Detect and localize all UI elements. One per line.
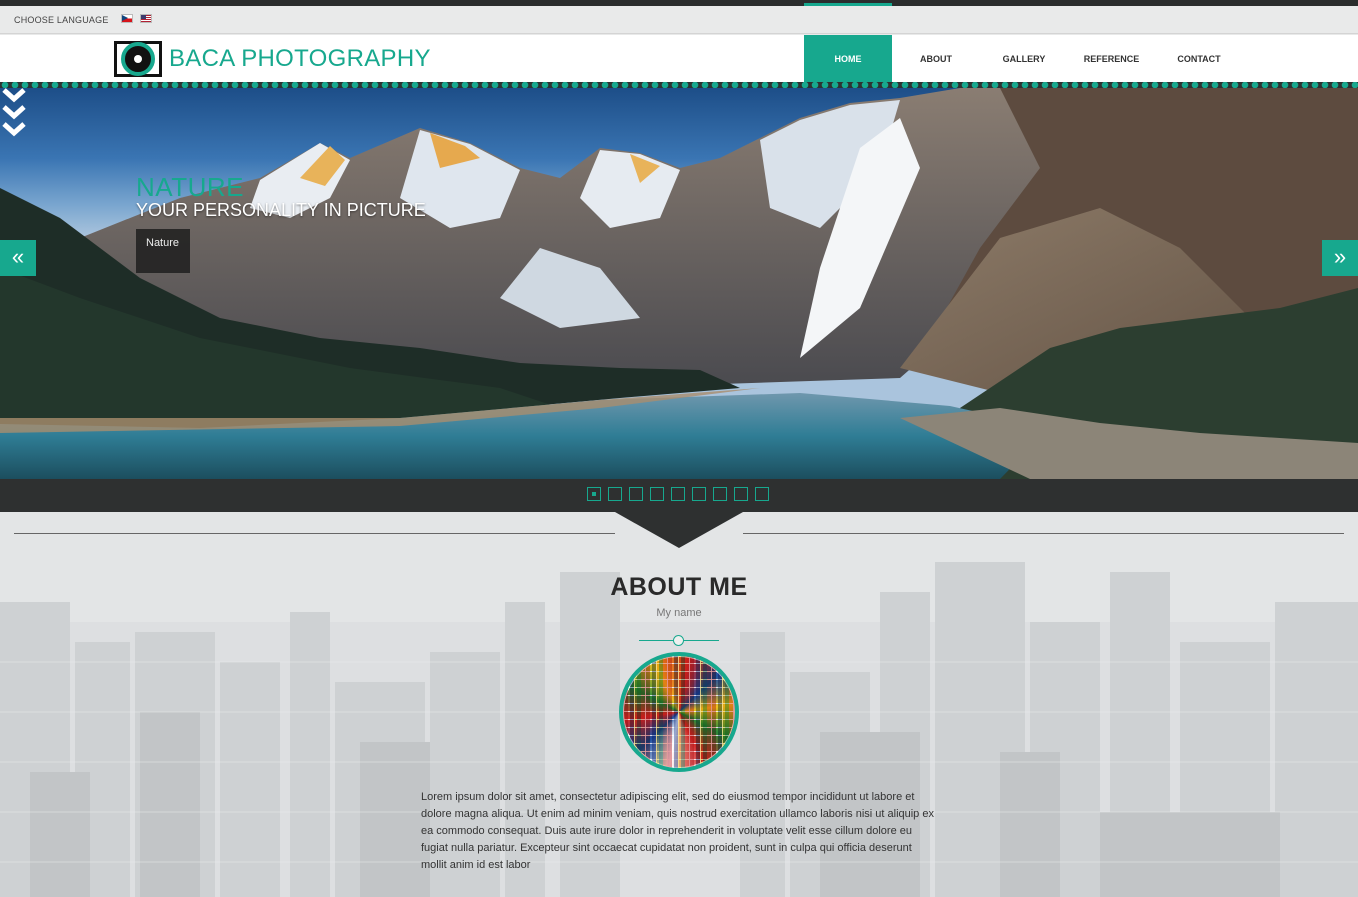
about-subtitle: My name <box>656 607 702 619</box>
hero-slider: NATURE YOUR PERSONALITY IN PICTURE Natur… <box>0 88 1358 479</box>
slider-dot[interactable] <box>755 487 769 501</box>
language-label: CHOOSE LANGUAGE <box>14 15 109 25</box>
site-header: BACA PHOTOGRAPHY HOME ABOUT GALLERY REFE… <box>0 35 1358 84</box>
brand-name[interactable]: BACA PHOTOGRAPHY <box>169 45 431 73</box>
avatar <box>619 652 739 772</box>
nav-gallery[interactable]: GALLERY <box>980 35 1068 84</box>
main-nav: HOME ABOUT GALLERY REFERENCE CONTACT <box>804 35 1243 84</box>
double-chevron-right-icon[interactable]: » <box>1322 240 1358 276</box>
section-rule-left <box>14 533 615 534</box>
triple-chevron-down-icon[interactable] <box>0 88 28 140</box>
section-notch <box>615 512 743 548</box>
slider-dot[interactable] <box>734 487 748 501</box>
title-divider-dot <box>673 635 684 646</box>
camera-lens-icon[interactable] <box>111 38 165 80</box>
hero-title: NATURE <box>136 172 244 202</box>
slider-dot[interactable] <box>608 487 622 501</box>
mountain-lake-image <box>0 88 1358 479</box>
hero-category-button[interactable]: Nature <box>136 229 190 273</box>
hero-subtitle: YOUR PERSONALITY IN PICTURE <box>136 200 426 220</box>
slider-dot[interactable] <box>692 487 706 501</box>
nav-reference[interactable]: REFERENCE <box>1068 35 1155 84</box>
slider-dot[interactable] <box>629 487 643 501</box>
nav-contact[interactable]: CONTACT <box>1155 35 1243 84</box>
about-body-text: Lorem ipsum dolor sit amet, consectetur … <box>421 791 934 871</box>
slider-dot[interactable] <box>713 487 727 501</box>
us-flag-icon[interactable] <box>140 14 152 23</box>
czech-flag-icon[interactable] <box>121 14 133 23</box>
slider-dot[interactable] <box>671 487 685 501</box>
slider-pagination <box>0 479 1358 512</box>
language-bar: CHOOSE LANGUAGE <box>0 6 1358 34</box>
slider-dot[interactable] <box>650 487 664 501</box>
about-section: ABOUT ME My name Lorem ipsum dolor sit a… <box>0 512 1358 897</box>
double-chevron-left-icon[interactable]: « <box>0 240 36 276</box>
nav-home[interactable]: HOME <box>804 35 892 84</box>
slider-dots <box>587 487 769 501</box>
about-title: ABOUT ME <box>610 573 748 601</box>
nav-about[interactable]: ABOUT <box>892 35 980 84</box>
slider-dot[interactable] <box>587 487 601 501</box>
section-rule-right <box>743 533 1344 534</box>
